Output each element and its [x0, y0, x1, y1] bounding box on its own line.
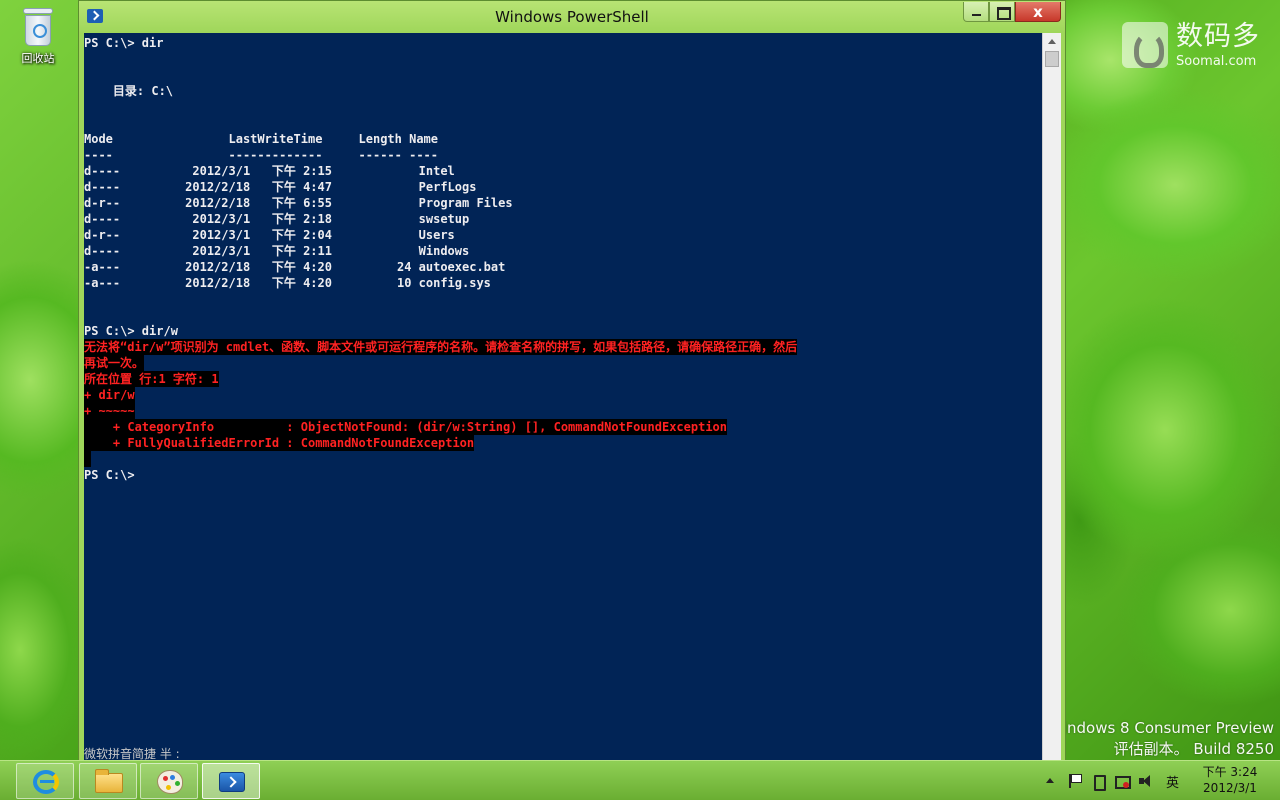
close-button[interactable]: x [1015, 2, 1061, 22]
scroll-up-icon[interactable] [1048, 39, 1056, 44]
maximize-icon [990, 2, 1014, 21]
console-line: Mode LastWriteTime Length Name [84, 132, 439, 146]
vertical-scrollbar[interactable] [1042, 33, 1061, 761]
close-icon: x [1033, 3, 1043, 21]
input-language-indicator[interactable]: 英 [1166, 772, 1179, 791]
taskbar-powershell-button[interactable] [202, 763, 260, 799]
console-line: PS C:\> dir/w [84, 324, 178, 338]
build-line-2: 评估副本。 Build 8250 [1113, 740, 1274, 758]
title-bar[interactable]: Windows PowerShell x [79, 1, 1065, 33]
watermark-title: 数码多 [1176, 21, 1260, 52]
console-error-line: 无法将“dir/w”项识别为 cmdlet、函数、脚本文件或可运行程序的名称。请… [84, 339, 798, 355]
console-error-line [84, 451, 92, 467]
taskbar: 英 下午 3:24 2012/3/1 [0, 760, 1280, 800]
watermark-subtitle: Soomal.com [1176, 54, 1257, 69]
system-tray: 英 下午 3:24 2012/3/1 [1040, 761, 1280, 800]
recycle-bin[interactable]: 回收站 [10, 6, 66, 66]
power-icon[interactable] [1090, 773, 1106, 791]
console-line: 目录: C:\ [84, 84, 174, 98]
build-watermark: Windows 8 Consumer Preview 评估副本。 Build 8… [1048, 718, 1274, 760]
console-line: -a--- 2012/2/18 下午 4:20 24 autoexec.bat [84, 260, 506, 274]
minimize-icon [964, 2, 988, 21]
console-error-line: + FullyQualifiedErrorId : CommandNotFoun… [84, 435, 475, 451]
console-line: d---- 2012/3/1 下午 2:15 Intel [84, 164, 455, 178]
console-line: PS C:\> [84, 468, 135, 482]
scrollbar-thumb[interactable] [1045, 51, 1059, 67]
clock-date: 2012/3/1 [1203, 781, 1257, 795]
taskbar-ie-button[interactable] [16, 763, 74, 799]
internet-explorer-icon [33, 770, 59, 794]
watermark: 数码多 Soomal.com [1122, 22, 1272, 70]
show-hidden-icons-icon[interactable] [1046, 778, 1054, 783]
console-error-line: 再试一次。 [84, 355, 145, 371]
ime-status-bar: 微软拼音简捷 半 : [84, 747, 180, 761]
console-line: d---- 2012/2/18 下午 4:47 PerfLogs [84, 180, 477, 194]
maximize-button[interactable] [989, 2, 1015, 22]
console-line: d---- 2012/3/1 下午 2:11 Windows [84, 244, 470, 258]
build-line-1: Windows 8 Consumer Preview [1048, 719, 1274, 737]
network-icon[interactable] [1114, 773, 1131, 789]
action-center-flag-icon[interactable] [1066, 773, 1082, 789]
taskbar-paint-button[interactable] [140, 763, 198, 799]
powershell-window: Windows PowerShell x 微软拼音简捷 半 : PS C:\> … [78, 0, 1066, 768]
console-line: -a--- 2012/2/18 下午 4:20 10 config.sys [84, 276, 491, 290]
powershell-icon [219, 772, 245, 792]
console-error-line: + CategoryInfo : ObjectNotFound: (dir/w:… [84, 419, 727, 435]
recycle-bin-label: 回收站 [21, 52, 55, 65]
volume-icon[interactable] [1138, 773, 1154, 789]
minimize-button[interactable] [963, 2, 989, 22]
window-title: Windows PowerShell [495, 8, 649, 26]
console-line: d-r-- 2012/3/1 下午 2:04 Users [84, 228, 455, 242]
console-error-line: 所在位置 行:1 字符: 1 [84, 371, 219, 387]
taskbar-explorer-button[interactable] [79, 763, 137, 799]
paint-palette-icon [157, 770, 183, 794]
recycle-bin-icon [21, 6, 55, 48]
console-line: ---- ------------- ------ ---- [84, 148, 439, 162]
console-line: d-r-- 2012/2/18 下午 6:55 Program Files [84, 196, 513, 210]
folder-icon [95, 769, 123, 793]
console-line: d---- 2012/3/1 下午 2:18 swsetup [84, 212, 470, 226]
clock-time: 下午 3:24 [1202, 765, 1258, 779]
console-line: PS C:\> dir [84, 36, 164, 50]
console-error-line: + ~~~~~ [84, 403, 135, 419]
watermark-logo-icon [1122, 22, 1168, 68]
console-area[interactable]: 微软拼音简捷 半 : PS C:\> dir 目录: C:\ Mode LastW… [84, 33, 1042, 761]
clock[interactable]: 下午 3:24 2012/3/1 [1190, 764, 1270, 796]
console-error-line: + dir/w [84, 387, 135, 403]
